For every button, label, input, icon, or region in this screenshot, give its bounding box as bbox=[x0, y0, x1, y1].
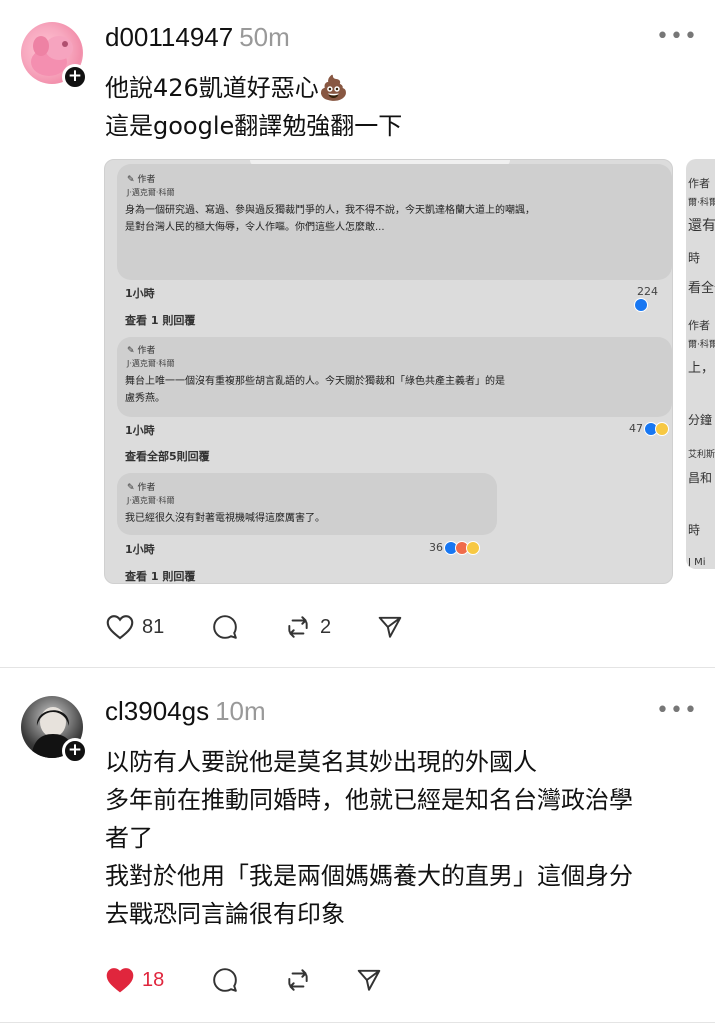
image-text-fragment: 分鐘 bbox=[688, 413, 713, 427]
reaction-count-value: 47 bbox=[629, 422, 643, 435]
post-actions: 18 bbox=[104, 965, 404, 995]
comment-time: 1小時 bbox=[125, 543, 155, 556]
image-text-fragment: 上， bbox=[688, 361, 715, 376]
image-text-fragment: 艾利斯 bbox=[688, 450, 715, 460]
comment-author-name: J·邁克爾·科爾 bbox=[127, 359, 175, 368]
share-button[interactable] bbox=[356, 965, 390, 995]
post-text-line: 這是google翻譯勉強翻一下 bbox=[105, 112, 403, 140]
username-line: d00114947 50m bbox=[105, 22, 290, 53]
like-count: 18 bbox=[142, 968, 165, 991]
post-text-line: 去戰恐同言論很有印象 bbox=[105, 900, 345, 928]
reaction-count: 224 bbox=[634, 285, 672, 312]
reaction-count-value: 36 bbox=[429, 541, 443, 554]
post-text-line: 他說426凱道好惡心💩 bbox=[105, 74, 349, 102]
comment-button[interactable] bbox=[212, 965, 246, 995]
comment-bubble-icon bbox=[213, 615, 237, 639]
view-replies-link: 查看 1 則回覆 bbox=[125, 314, 196, 327]
reaction-count-value: 224 bbox=[637, 285, 658, 298]
heart-filled-icon bbox=[106, 968, 134, 993]
repost-count: 2 bbox=[320, 615, 332, 638]
image-text-fragment: 爾·科爾 bbox=[688, 340, 715, 350]
repost-icon bbox=[288, 616, 308, 638]
follow-plus-icon[interactable]: + bbox=[62, 738, 88, 764]
post-divider bbox=[0, 667, 715, 668]
repost-button[interactable] bbox=[284, 965, 320, 995]
image-text-fragment: J Mi bbox=[688, 557, 706, 568]
author-tag-label: 作者 bbox=[137, 483, 156, 493]
post-divider bbox=[0, 1022, 715, 1023]
comment-text: 我已經很久沒有對著電視機喊得這麼厲害了。 bbox=[125, 510, 325, 527]
timestamp: 10m bbox=[215, 696, 266, 726]
thread-post-1: + d00114947 50m ••• 他說426凱道好惡心💩 這是google翻… bbox=[0, 0, 715, 668]
heart-icon bbox=[106, 615, 134, 640]
comment-button[interactable] bbox=[212, 612, 246, 642]
haha-reaction-icon bbox=[654, 422, 669, 436]
image-text-fragment: 作者 bbox=[688, 177, 710, 190]
comment-text: 身為一個研究過、寫過、參與過反獨裁鬥爭的人，我不得不說，今天凱達格蘭大道上的嘲諷… bbox=[125, 202, 535, 236]
comment-time: 1小時 bbox=[125, 424, 155, 437]
comment-bubble-icon bbox=[213, 968, 237, 992]
username[interactable]: d00114947 bbox=[105, 22, 233, 52]
repost-button[interactable]: 2 bbox=[284, 612, 331, 642]
share-button[interactable] bbox=[377, 612, 411, 642]
attached-screenshot-image-2[interactable]: 作者 爾·科爾 還有 時 看全部 作者 爾·科爾 上， 分鐘 艾利斯 昌和 時 … bbox=[686, 159, 715, 569]
post-text: 以防有人要說他是莫名其妙出現的外國人 多年前在推動同婚時，他就已經是知名台灣政治… bbox=[105, 743, 705, 933]
more-options-icon[interactable]: ••• bbox=[656, 698, 698, 723]
author-tag: ✎ 作者 bbox=[127, 346, 156, 356]
image-text-fragment: 昌和 bbox=[688, 471, 713, 485]
comment-author-name: J·邁克爾·科爾 bbox=[127, 496, 175, 505]
like-reaction-icon bbox=[634, 298, 648, 312]
send-icon bbox=[357, 969, 381, 991]
thread-post-2: + cl3904gs 10m ••• 以防有人要說他是莫名其妙出現的外國人 多年前… bbox=[0, 669, 715, 1024]
author-tag-label: 作者 bbox=[137, 175, 156, 185]
post-text-line: 我對於他用「我是兩個媽媽養大的直男」這個身分 bbox=[105, 862, 633, 890]
author-tag: ✎ 作者 bbox=[127, 483, 156, 493]
post-actions: 81 2 bbox=[104, 612, 424, 642]
image-text-fragment: 時 bbox=[688, 523, 701, 537]
send-icon bbox=[378, 616, 402, 638]
repost-icon bbox=[288, 969, 308, 991]
comment-text-line: 舞台上唯一一個沒有重複那些胡言亂語的人。今天關於獨裁和「綠色共產主義者」的是 bbox=[125, 376, 505, 387]
post-text-line: 以防有人要說他是莫名其妙出現的外國人 bbox=[105, 748, 537, 776]
like-button[interactable]: 18 bbox=[106, 965, 164, 995]
more-options-icon[interactable]: ••• bbox=[656, 24, 698, 49]
author-tag: ✎ 作者 bbox=[127, 175, 156, 185]
view-replies-link: 查看全部5則回覆 bbox=[125, 450, 210, 463]
post-text-line: 多年前在推動同婚時，他就已經是知名台灣政治學 bbox=[105, 786, 633, 814]
image-text-fragment: 作者 bbox=[688, 319, 710, 332]
image-text-fragment: 時 bbox=[688, 251, 701, 265]
follow-plus-icon[interactable]: + bbox=[62, 64, 88, 90]
comment-text-line: 盧秀燕。 bbox=[125, 393, 165, 404]
comment-author-name: J·邁克爾·科爾 bbox=[127, 188, 175, 197]
reaction-count: 36 bbox=[429, 541, 480, 555]
like-button[interactable]: 81 bbox=[106, 612, 164, 642]
comment-text: 舞台上唯一一個沒有重複那些胡言亂語的人。今天關於獨裁和「綠色共產主義者」的是 盧… bbox=[125, 373, 505, 407]
author-tag-label: 作者 bbox=[137, 346, 156, 356]
reaction-count: 47 bbox=[629, 422, 669, 436]
view-replies-link: 查看 1 則回覆 bbox=[125, 570, 196, 583]
comment-time: 1小時 bbox=[125, 287, 155, 300]
wow-reaction-icon bbox=[465, 541, 480, 555]
post-text: 他說426凱道好惡心💩 這是google翻譯勉強翻一下 bbox=[105, 69, 402, 145]
username[interactable]: cl3904gs bbox=[105, 696, 209, 726]
username-line: cl3904gs 10m bbox=[105, 696, 266, 727]
like-count: 81 bbox=[142, 615, 165, 638]
image-text-fragment: 爾·科爾 bbox=[688, 198, 715, 208]
comment-text-line: 我已經很久沒有對著電視機喊得這麼厲害了。 bbox=[125, 513, 325, 524]
comment-text-line: 身為一個研究過、寫過、參與過反獨裁鬥爭的人，我不得不說，今天凱達格蘭大道上的嘲諷… bbox=[125, 205, 535, 216]
image-text-fragment: 還有 bbox=[688, 218, 715, 234]
comment-text-line: 是對台灣人民的極大侮辱，令人作嘔。你們這些人怎麼敢... bbox=[125, 222, 385, 233]
post-text-line: 者了 bbox=[105, 824, 153, 852]
image-text-fragment: 看全部 bbox=[688, 281, 715, 296]
attached-screenshot-image[interactable]: ✎ 作者 J·邁克爾·科爾 身為一個研究過、寫過、參與過反獨裁鬥爭的人，我不得不… bbox=[104, 159, 673, 584]
timestamp: 50m bbox=[239, 22, 290, 52]
